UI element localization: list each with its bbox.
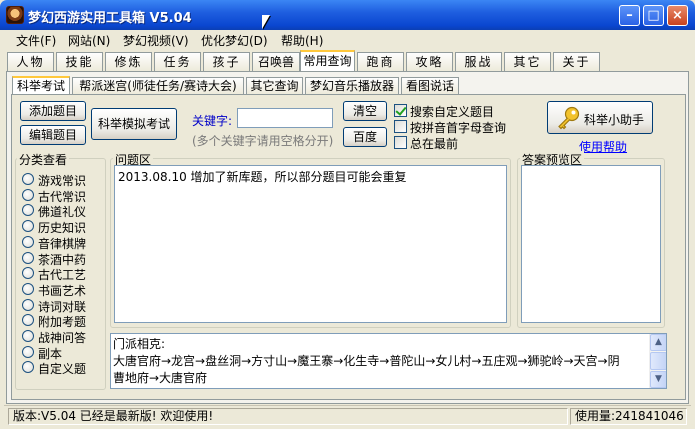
pinyin-checkbox[interactable] <box>394 120 407 133</box>
exam-helper-button[interactable]: 科举小助手 <box>547 101 653 134</box>
always-on-top-label: 总在最前 <box>410 137 459 151</box>
category-label: 自定义题 <box>38 362 87 377</box>
category-label: 战神问答 <box>38 331 87 345</box>
question-textarea[interactable]: 2013.08.10 增加了新库题，所以部分题目可能会重复 <box>114 165 507 323</box>
status-usage: 使用量:241841046 <box>570 408 687 425</box>
category-label: 音律棋牌 <box>38 236 87 251</box>
category-radio[interactable] <box>22 220 34 233</box>
question-text: 2013.08.10 增加了新库题，所以部分题目可能会重复 <box>118 170 407 184</box>
menu-bar: 文件(F) 网站(N) 梦幻视频(V) 优化梦幻(D) 帮助(H) <box>4 30 691 49</box>
menu-help[interactable]: 帮助(H) <box>281 32 323 49</box>
scroll-up-icon[interactable]: ▲ <box>650 334 666 351</box>
tab-children[interactable]: 孩子 <box>203 52 250 72</box>
info-textarea[interactable]: 门派相克: 大唐官府→龙宫→盘丝洞→方寸山→魔王寨→化生寺→普陀山→女儿村→五庄… <box>110 333 667 389</box>
tab-other[interactable]: 其它 <box>504 52 551 72</box>
category-radio[interactable] <box>22 188 34 201</box>
always-on-top-checkbox[interactable] <box>394 136 407 149</box>
subtab-guild-maze[interactable]: 帮派迷宫(师徒任务/赛诗大会) <box>72 77 244 95</box>
keyword-label: 关键字: <box>192 114 233 128</box>
help-link[interactable]: 使用帮助 <box>579 138 627 155</box>
category-label: 佛道礼仪 <box>38 205 87 220</box>
info-line-1: 门派相克: <box>113 337 166 351</box>
minimize-button[interactable]: – <box>619 5 640 26</box>
category-label: 古代常识 <box>38 189 87 204</box>
category-label: 游戏常识 <box>38 174 87 188</box>
tab-cultivation[interactable]: 修炼 <box>105 52 152 72</box>
category-radio[interactable] <box>22 251 34 264</box>
tab-server-war[interactable]: 服战 <box>455 52 502 72</box>
subtab-music-player[interactable]: 梦幻音乐播放器 <box>305 77 399 95</box>
category-radio[interactable] <box>22 345 34 358</box>
category-label: 历史知识 <box>38 221 87 236</box>
mouse-cursor-icon <box>262 15 270 29</box>
key-icon <box>558 106 580 130</box>
scroll-thumb[interactable] <box>650 352 666 370</box>
status-bar: 版本:V5.04 已经是最新版! 欢迎使用! 使用量:241841046 <box>4 405 691 425</box>
scroll-down-icon[interactable]: ▼ <box>650 371 666 388</box>
pinyin-label: 按拼音首字母查询 <box>410 121 507 135</box>
menu-file[interactable]: 文件(F) <box>16 32 56 49</box>
category-label: 古代工艺 <box>38 268 87 283</box>
tab-character[interactable]: 人物 <box>7 52 54 72</box>
tab-common-query[interactable]: 常用查询 <box>300 50 355 72</box>
baidu-button[interactable]: 百度 <box>343 127 387 147</box>
info-line-2: 大唐官府→龙宫→盘丝洞→方寸山→魔王寨→化生寺→普陀山→女儿村→五庄观→狮驼岭→… <box>113 354 620 368</box>
app-icon <box>6 6 24 24</box>
edit-question-button[interactable]: 编辑题目 <box>20 125 86 145</box>
category-label: 副本 <box>38 346 63 361</box>
title-bar[interactable]: 梦幻西游实用工具箱 V5.04 – □ × <box>0 0 695 30</box>
tab-about[interactable]: 关于 <box>553 52 600 72</box>
clear-button[interactable]: 清空 <box>343 101 387 121</box>
status-version: 版本:V5.04 已经是最新版! 欢迎使用! <box>8 408 568 425</box>
window-title: 梦幻西游实用工具箱 V5.04 <box>28 11 192 26</box>
custom-questions-label: 搜索自定义题目 <box>410 105 495 119</box>
add-question-button[interactable]: 添加题目 <box>20 101 86 121</box>
answer-textarea[interactable] <box>521 165 661 323</box>
close-button[interactable]: × <box>667 5 688 26</box>
mock-exam-button[interactable]: 科举模拟考试 <box>91 108 177 140</box>
category-label: 茶酒中药 <box>38 252 87 267</box>
category-label: 书画艺术 <box>38 283 87 298</box>
category-radio[interactable] <box>22 235 34 248</box>
maximize-button[interactable]: □ <box>643 5 664 26</box>
category-label: 诗词对联 <box>38 299 87 314</box>
category-label: 附加考题 <box>38 315 87 330</box>
subtab-other-query[interactable]: 其它查询 <box>246 77 303 95</box>
tab-guides[interactable]: 攻略 <box>406 52 453 72</box>
menu-website[interactable]: 网站(N) <box>68 32 110 49</box>
menu-optimize[interactable]: 优化梦幻(D) <box>201 32 268 49</box>
subtab-picture-talk[interactable]: 看图说话 <box>401 77 459 95</box>
category-title: 分类查看 <box>17 151 70 168</box>
keyword-hint: (多个关键字请用空格分开) <box>192 134 334 148</box>
menu-video[interactable]: 梦幻视频(V) <box>123 32 189 49</box>
tab-trading[interactable]: 跑商 <box>357 52 404 72</box>
category-radio[interactable] <box>22 282 34 295</box>
category-radio[interactable] <box>22 173 34 185</box>
category-radio[interactable] <box>22 330 34 342</box>
exam-helper-label: 科举小助手 <box>584 113 645 127</box>
info-line-3: 曹地府→大唐官府 <box>113 371 208 385</box>
subtab-imperial-exam[interactable]: 科举考试 <box>12 76 70 95</box>
category-radio[interactable] <box>22 298 34 311</box>
tab-quests[interactable]: 任务 <box>154 52 201 72</box>
keyword-input[interactable] <box>237 108 333 128</box>
tab-summons[interactable]: 召唤兽 <box>252 52 300 72</box>
info-scrollbar[interactable]: ▲ ▼ <box>649 334 666 388</box>
custom-questions-checkbox[interactable] <box>394 104 407 117</box>
tab-skills[interactable]: 技能 <box>56 52 103 72</box>
